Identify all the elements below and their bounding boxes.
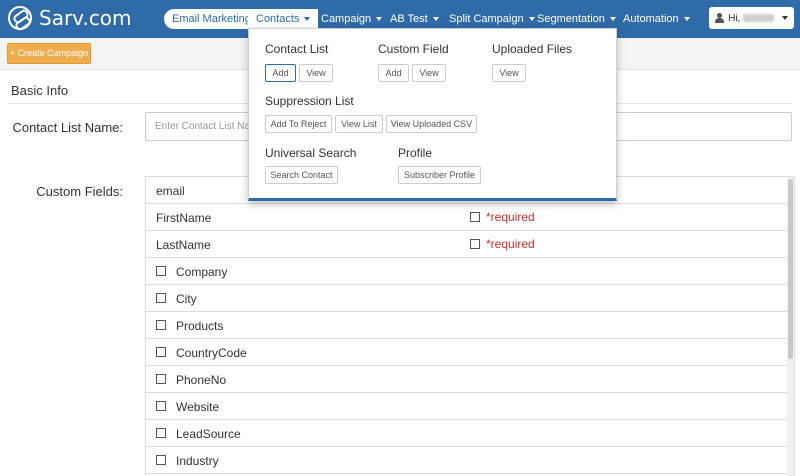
sarv-logo-icon [8, 6, 32, 30]
nav-label: Split Campaign [449, 13, 524, 25]
field-checkbox[interactable] [156, 428, 166, 438]
nav-label: Automation [623, 13, 679, 25]
table-row: PhoneNo [146, 366, 794, 393]
contact-list-view-button[interactable]: View [299, 64, 333, 82]
field-checkbox[interactable] [156, 320, 166, 330]
field-name: CountryCode [176, 346, 247, 360]
nav-label: AB Test [390, 13, 428, 25]
field-checkbox[interactable] [156, 401, 166, 411]
user-greeting: Hi, [728, 12, 741, 24]
table-row: Company [146, 258, 794, 285]
nav-label: Segmentation [537, 13, 605, 25]
custom-field-view-button[interactable]: View [412, 64, 446, 82]
caret-down-icon [304, 17, 311, 22]
field-name: Company [176, 265, 228, 279]
field-checkbox[interactable] [156, 347, 166, 357]
field-checkbox[interactable] [156, 293, 166, 303]
view-uploaded-csv-button[interactable]: View Uploaded CSV [386, 115, 477, 133]
search-contact-button[interactable]: Search Contact [265, 166, 338, 184]
suppression-list-heading: Suppression List [265, 94, 354, 108]
contact-list-name-label: Contact List Name: [12, 120, 123, 135]
nav-label: Contacts [256, 13, 300, 25]
field-name: Products [176, 319, 224, 333]
required-checkbox[interactable] [470, 212, 480, 222]
field-name: LeadSource [176, 427, 241, 441]
custom-fields-table: email FirstName *required LastName *requ… [145, 176, 795, 476]
user-icon [715, 13, 725, 23]
contact-list-heading: Contact List [265, 42, 329, 56]
required-label: *required [486, 237, 535, 251]
field-name: FirstName [156, 211, 212, 225]
field-name: Website [176, 400, 220, 414]
profile-heading: Profile [398, 146, 433, 160]
table-row: LeadSource [146, 420, 794, 447]
nav-ab-test[interactable]: AB Test [382, 9, 447, 29]
field-checkbox[interactable] [156, 266, 166, 276]
table-row: FirstName *required [146, 204, 794, 231]
table-row: City [146, 285, 794, 312]
caret-down-icon [432, 17, 439, 22]
required-checkbox[interactable] [470, 239, 480, 249]
field-name: City [176, 292, 197, 306]
nav-split-campaign[interactable]: Split Campaign [441, 9, 543, 29]
table-row: Products [146, 312, 794, 339]
view-list-button[interactable]: View List [335, 115, 383, 133]
field-name: PhoneNo [176, 373, 227, 387]
uploaded-files-view-button[interactable]: View [492, 64, 526, 82]
table-row: Industry [146, 447, 794, 474]
scrollbar-thumb[interactable] [788, 179, 793, 359]
scrollbar[interactable] [787, 177, 794, 476]
caret-down-icon [683, 17, 690, 22]
required-label: *required [486, 210, 535, 224]
uploaded-files-heading: Uploaded Files [492, 42, 573, 56]
field-checkbox[interactable] [156, 455, 166, 465]
user-name-redacted [743, 14, 774, 22]
table-row: CountryCode [146, 339, 794, 366]
nav-label: Email Marketing [172, 13, 251, 25]
nav-segmentation[interactable]: Segmentation [529, 9, 624, 29]
nav-campaign[interactable]: Campaign [313, 9, 390, 29]
caret-down-icon [782, 16, 788, 20]
add-to-reject-button[interactable]: Add To Reject [265, 115, 332, 133]
nav-label: Campaign [321, 13, 372, 25]
nav-automation[interactable]: Automation [615, 9, 698, 29]
logo[interactable]: Sarv.com [8, 6, 132, 30]
contact-list-add-button[interactable]: Add [265, 64, 296, 82]
subscriber-profile-button[interactable]: Subscriber Profile [398, 166, 481, 184]
field-checkbox[interactable] [156, 374, 166, 384]
contacts-dropdown-menu: Contact List Add View Custom Field Add V… [248, 28, 617, 201]
nav-email-marketing[interactable]: Email Marketing [164, 9, 259, 29]
field-name: Industry [176, 454, 219, 468]
field-name: email [156, 184, 185, 198]
create-campaign-button[interactable]: + Create Campaign [7, 43, 91, 64]
table-row: LastName *required [146, 231, 794, 258]
table-row: Website [146, 393, 794, 420]
logo-text: Sarv.com [39, 6, 132, 30]
custom-field-add-button[interactable]: Add [378, 64, 409, 82]
custom-field-heading: Custom Field [378, 42, 449, 56]
custom-fields-label: Custom Fields: [36, 184, 123, 199]
user-menu-button[interactable]: Hi, [709, 7, 794, 29]
universal-search-heading: Universal Search [265, 146, 357, 160]
section-title: Basic Info [11, 83, 69, 98]
field-name: LastName [156, 238, 211, 252]
